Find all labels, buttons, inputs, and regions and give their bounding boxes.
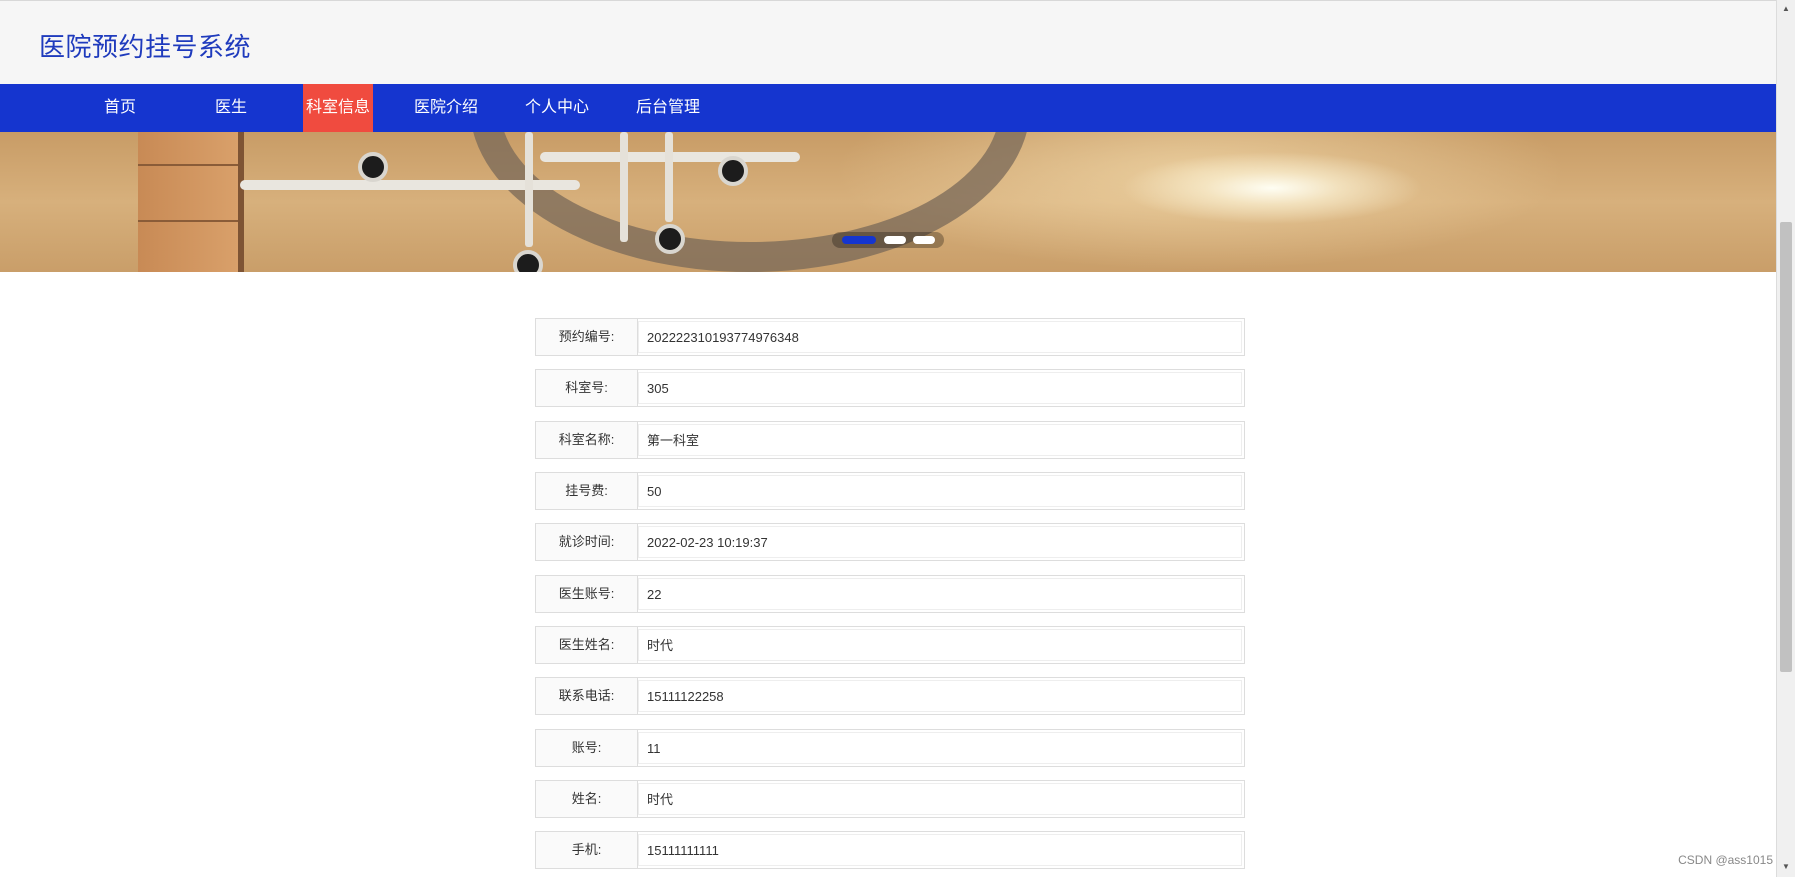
doctor-name-field[interactable]: 时代 (638, 629, 1242, 661)
site-header: 医院预约挂号系统 (0, 0, 1776, 85)
scroll-up-icon[interactable]: ▲ (1779, 2, 1793, 16)
detail-label: 预约编号: (536, 319, 638, 355)
watermark: CSDN @ass1015 (1678, 853, 1773, 867)
nav-item-departments[interactable]: 科室信息 (303, 84, 373, 132)
detail-label: 账号: (536, 730, 638, 766)
banner-bed-wheel (718, 156, 748, 186)
appointment-no-field[interactable]: 2022223101937749763​48 (638, 321, 1242, 353)
mobile-field[interactable]: 15111111111 (638, 834, 1242, 866)
detail-row-account: 账号: 11 (535, 729, 1245, 767)
banner-bed-post (620, 132, 628, 242)
detail-row-contact-phone: 联系电话: 15111122258 (535, 677, 1245, 715)
banner-bed-wheel (358, 152, 388, 182)
detail-label: 联系电话: (536, 678, 638, 714)
carousel-dot-2[interactable] (884, 236, 906, 244)
detail-row-department-no: 科室号: 305 (535, 369, 1245, 407)
detail-label: 医生姓名: (536, 627, 638, 663)
carousel-dot-1[interactable] (842, 236, 876, 244)
nav-item-home[interactable]: 首页 (95, 84, 145, 132)
detail-label: 科室号: (536, 370, 638, 406)
nav-item-hospital-intro[interactable]: 医院介绍 (410, 84, 482, 132)
detail-label: 科室名称: (536, 422, 638, 458)
banner-carousel[interactable] (0, 132, 1776, 272)
scrollbar-thumb[interactable] (1780, 222, 1792, 672)
name-field[interactable]: 时代 (638, 783, 1242, 815)
account-field[interactable]: 11 (638, 732, 1242, 764)
carousel-indicators (832, 232, 944, 248)
banner-bed-wheel (513, 250, 543, 272)
detail-label: 就诊时间: (536, 524, 638, 560)
department-no-field[interactable]: 305 (638, 372, 1242, 404)
main-nav: 首页 医生 科室信息 医院介绍 个人中心 后台管理 (0, 84, 1776, 132)
detail-row-name: 姓名: 时代 (535, 780, 1245, 818)
nav-item-admin[interactable]: 后台管理 (632, 84, 704, 132)
banner-cabinet (138, 132, 244, 272)
vertical-scrollbar[interactable]: ▲ ▼ (1776, 0, 1795, 877)
detail-row-doctor-account: 医生账号: 22 (535, 575, 1245, 613)
contact-phone-field[interactable]: 15111122258 (638, 680, 1242, 712)
detail-row-doctor-name: 医生姓名: 时代 (535, 626, 1245, 664)
banner-bed-post (665, 132, 673, 222)
banner-bed-wheel (655, 224, 685, 254)
detail-label: 手机: (536, 832, 638, 868)
nav-item-doctors[interactable]: 医生 (206, 84, 256, 132)
site-title: 医院预约挂号系统 (39, 32, 252, 62)
doctor-account-field[interactable]: 22 (638, 578, 1242, 610)
detail-label: 姓名: (536, 781, 638, 817)
nav-item-personal-center[interactable]: 个人中心 (521, 84, 593, 132)
detail-row-mobile: 手机: 15111111111 (535, 831, 1245, 869)
visit-time-field[interactable]: 2022-02-23 10:19:37 (638, 526, 1242, 558)
detail-label: 医生账号: (536, 576, 638, 612)
detail-row-visit-time: 就诊时间: 2022-02-23 10:19:37 (535, 523, 1245, 561)
detail-row-department-name: 科室名称: 第一科室 (535, 421, 1245, 459)
detail-row-appointment-no: 预约编号: 2022223101937749763​48 (535, 318, 1245, 356)
detail-label: 挂号费: (536, 473, 638, 509)
banner-bed-post (525, 132, 533, 247)
registration-fee-field[interactable]: 50 (638, 475, 1242, 507)
department-name-field[interactable]: 第一科室 (638, 424, 1242, 456)
detail-row-registration-fee: 挂号费: 50 (535, 472, 1245, 510)
carousel-dot-3[interactable] (913, 236, 935, 244)
scroll-down-icon[interactable]: ▼ (1779, 860, 1793, 874)
